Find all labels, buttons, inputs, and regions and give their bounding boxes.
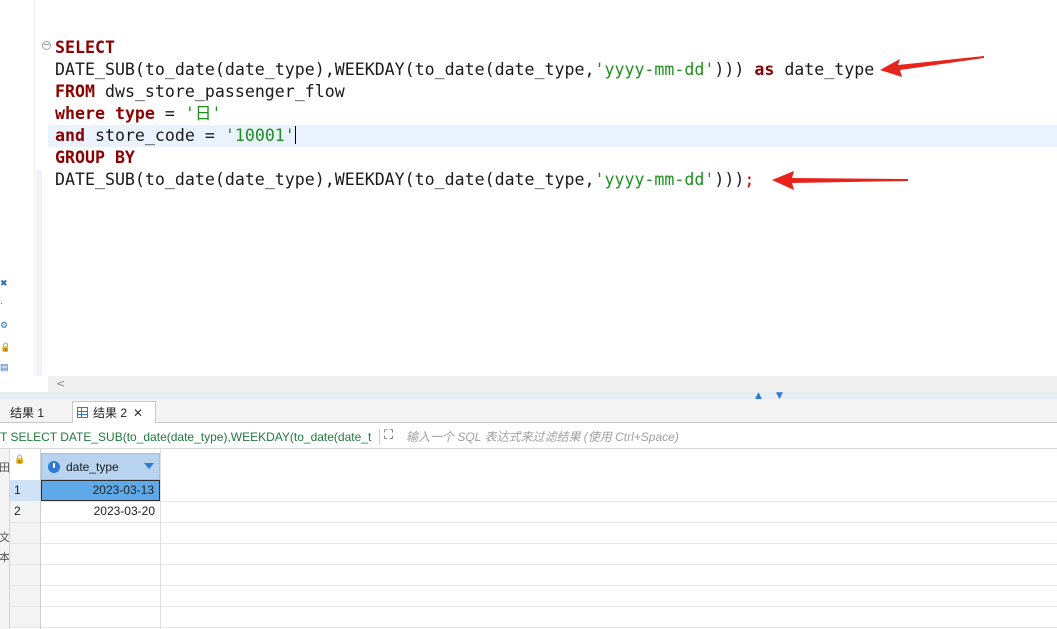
tool-x-icon[interactable]: ✖: [0, 278, 8, 288]
code-line-6[interactable]: GROUP BY: [55, 147, 135, 169]
tool-file-icon[interactable]: ▤: [0, 362, 8, 372]
query-text: T SELECT DATE_SUB(to_date(date_type),WEE…: [0, 430, 372, 444]
side-label-2[interactable]: 文: [0, 529, 9, 545]
tab-label: 结果 1: [10, 405, 45, 420]
sql-keyword: FROM: [55, 82, 95, 101]
panel-splitter[interactable]: ▲ ▼: [0, 391, 1057, 401]
table-row[interactable]: 1 2023-03-13: [10, 480, 1057, 501]
divider: [379, 429, 380, 445]
code-line-2[interactable]: DATE_SUB(to_date(date_type),WEEKDAY(to_d…: [55, 59, 874, 81]
text-caret: [294, 126, 296, 144]
code-line-1[interactable]: SELECT: [55, 37, 115, 59]
fold-gutter: [36, 170, 42, 376]
sql-token: date_type: [774, 60, 875, 79]
scroll-left-icon[interactable]: <: [56, 377, 65, 390]
fold-toggle-icon[interactable]: −: [42, 41, 51, 50]
sql-keyword: SELECT: [55, 38, 115, 57]
side-label-1[interactable]: 田: [0, 459, 9, 475]
table-cell[interactable]: 2023-03-20: [41, 501, 160, 522]
tool-settings-icon[interactable]: ⚙: [0, 320, 8, 330]
row-number[interactable]: 2: [10, 501, 40, 522]
sql-token: DATE_SUB(to_date(date_type),WEEKDAY(to_d…: [55, 60, 595, 79]
expand-icon[interactable]: ⛶: [384, 428, 393, 443]
grid-side-panel[interactable]: 田 文 本: [0, 449, 10, 629]
table-row[interactable]: 2 2023-03-20: [10, 501, 1057, 522]
sql-token: dws_store_passenger_flow: [94, 82, 345, 101]
sql-keyword: type: [114, 104, 155, 123]
sql-token: ))): [714, 170, 745, 189]
table-cell[interactable]: 2023-03-13: [41, 480, 160, 501]
sql-string: '日': [184, 104, 222, 123]
sql-token: ))): [714, 60, 755, 79]
side-label-3[interactable]: 本: [0, 549, 9, 565]
column-name: date_type: [66, 459, 119, 474]
result-filter-bar: T SELECT DATE_SUB(to_date(date_type),WEE…: [0, 425, 1057, 449]
sql-keyword: as: [754, 60, 775, 79]
editor-horizontal-scrollbar[interactable]: <: [48, 376, 1057, 392]
filter-input[interactable]: [406, 428, 1046, 446]
sql-string: 'yyyy-mm-dd': [594, 60, 715, 79]
clock-icon: [48, 460, 60, 473]
sql-keyword: GROUP BY: [55, 148, 135, 167]
row-number[interactable]: 1: [10, 480, 40, 501]
tool-dot-icon: ·: [0, 298, 3, 308]
sql-token: DATE_SUB(to_date(date_type),WEEKDAY(to_d…: [55, 170, 595, 189]
tab-result-1[interactable]: 结果 1: [0, 401, 68, 423]
lock-icon: 🔒: [14, 455, 26, 465]
grid-icon: [77, 407, 88, 418]
code-line-3[interactable]: FROM dws_store_passenger_flow: [55, 81, 345, 103]
sql-string: 'yyyy-mm-dd': [594, 170, 715, 189]
tab-label: 结果 2: [93, 406, 128, 420]
column-header-date-type[interactable]: date_type: [41, 453, 160, 480]
sql-keyword: where: [55, 104, 105, 123]
close-icon[interactable]: ✕: [133, 406, 143, 420]
result-tab-bar: 结果 1 结果 2 ✕: [0, 399, 1057, 423]
annotation-arrow-1: [880, 56, 984, 77]
tool-lock-icon[interactable]: 🔒: [0, 342, 8, 352]
result-grid[interactable]: 田 文 本 🔒 date_type 1 2023-03-13 2 2023-03…: [0, 449, 1057, 629]
code-line-7[interactable]: DATE_SUB(to_date(date_type),WEEKDAY(to_d…: [55, 169, 754, 191]
sql-token: store_code =: [84, 126, 225, 145]
code-line-5[interactable]: and store_code = '10001': [55, 125, 296, 147]
tab-result-2[interactable]: 结果 2 ✕: [72, 401, 156, 423]
sort-icon[interactable]: [144, 463, 154, 469]
annotation-arrow-2: [772, 171, 908, 190]
editor-gutter: [34, 0, 35, 376]
sql-string: '10001': [224, 126, 295, 145]
sql-token: =: [154, 104, 185, 123]
sql-token: ;: [744, 170, 755, 189]
code-line-4[interactable]: where type = '日': [55, 103, 221, 125]
sql-editor[interactable]: − SELECT DATE_SUB(to_date(date_type),WEE…: [8, 0, 1057, 376]
sql-keyword: and: [55, 126, 85, 145]
